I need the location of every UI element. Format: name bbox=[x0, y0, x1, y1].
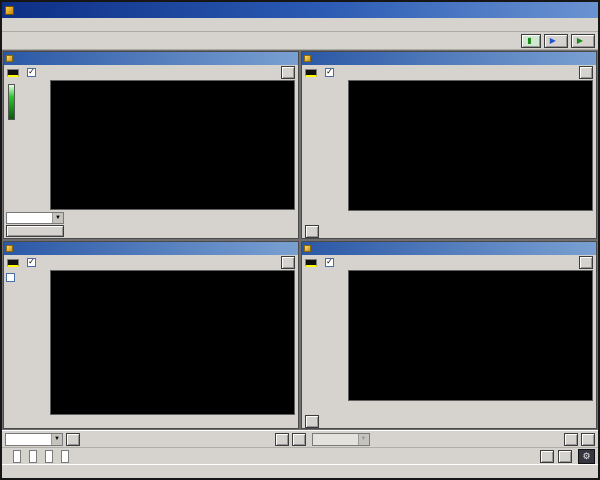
trace-swatch-icon bbox=[305, 259, 317, 267]
preset-button[interactable]: ▮ bbox=[521, 34, 540, 48]
amplitude-titlebar[interactable] bbox=[302, 52, 596, 65]
spectrum-trace-row bbox=[4, 255, 298, 270]
run-button[interactable]: ▶ bbox=[571, 34, 595, 48]
clear-button[interactable] bbox=[579, 256, 593, 269]
spectrum-plot-area bbox=[50, 270, 295, 415]
ref-level-field[interactable] bbox=[29, 450, 37, 463]
dpx-trace-row bbox=[4, 65, 298, 80]
span-field[interactable] bbox=[45, 450, 53, 463]
trace-swatch-icon bbox=[7, 259, 19, 267]
show-checkbox[interactable] bbox=[325, 68, 334, 77]
res-bw-field[interactable] bbox=[61, 450, 69, 463]
markers-toolbar: ▼ ▼ bbox=[2, 430, 598, 447]
vbw-checkbox[interactable] bbox=[6, 273, 15, 282]
define-button[interactable] bbox=[581, 433, 595, 446]
show-checkbox[interactable] bbox=[27, 68, 36, 77]
status-bar bbox=[2, 464, 598, 478]
panel-frequency-vs-time bbox=[301, 241, 597, 429]
markers-panel-button[interactable] bbox=[540, 450, 554, 463]
panel-icon bbox=[6, 245, 13, 252]
clear-button[interactable] bbox=[281, 66, 295, 79]
amplitude-axis-gutter bbox=[302, 80, 348, 212]
chevron-down-icon: ▼ bbox=[51, 434, 62, 445]
peak-button[interactable] bbox=[292, 433, 306, 446]
panel-icon bbox=[304, 55, 311, 62]
amplitude-plot-area bbox=[348, 80, 593, 211]
panel-spectrum bbox=[3, 241, 299, 429]
run-icon: ▶ bbox=[577, 36, 583, 45]
show-checkbox[interactable] bbox=[27, 258, 36, 267]
panel-icon bbox=[6, 55, 13, 62]
traces-panel-button[interactable] bbox=[558, 450, 572, 463]
clear-button[interactable] bbox=[281, 256, 295, 269]
preset-icon: ▮ bbox=[527, 36, 531, 45]
frequency-field[interactable] bbox=[13, 450, 21, 463]
autoscale-button[interactable] bbox=[305, 225, 319, 238]
show-checkbox[interactable] bbox=[325, 258, 334, 267]
frequency-trace-row bbox=[302, 255, 596, 270]
spectrum-axis-gutter bbox=[4, 270, 50, 416]
dpx-axis-gutter bbox=[4, 80, 50, 211]
panel-icon bbox=[304, 245, 311, 252]
window-titlebar[interactable] bbox=[2, 2, 598, 18]
toolbar: ▮ ▶ ▶ bbox=[2, 32, 598, 50]
clear-button[interactable] bbox=[579, 66, 593, 79]
app-window: ▮ ▶ ▶ bbox=[0, 0, 600, 480]
dpx-plot-area bbox=[50, 80, 295, 210]
time-select[interactable]: ▼ bbox=[312, 433, 370, 446]
dpx-bottom-bar: ▼ bbox=[4, 211, 298, 238]
frequency-axis-gutter bbox=[302, 270, 348, 402]
settings-gear-button[interactable]: ⚙ bbox=[578, 449, 595, 464]
panel-amplitude-vs-time bbox=[301, 51, 597, 239]
spectrum-titlebar[interactable] bbox=[4, 242, 298, 255]
to-center-button[interactable] bbox=[275, 433, 289, 446]
dpx-titlebar[interactable] bbox=[4, 52, 298, 65]
spectrum-axis-row bbox=[4, 416, 298, 428]
replay-button[interactable]: ▶ bbox=[544, 34, 568, 48]
frequency-plot-area bbox=[348, 270, 593, 401]
amplitude-trace-row bbox=[302, 65, 596, 80]
panel-dpx-spectrum: ▼ bbox=[3, 51, 299, 239]
dpx-color-scale bbox=[8, 84, 15, 120]
menu-bar bbox=[2, 18, 598, 32]
autoscale-button[interactable] bbox=[305, 415, 319, 428]
all-off-button[interactable] bbox=[66, 433, 80, 446]
autoscale-button[interactable] bbox=[6, 225, 64, 237]
display-select[interactable]: ▼ bbox=[6, 212, 64, 224]
frequency-readouts bbox=[302, 402, 596, 428]
markers-select[interactable]: ▼ bbox=[5, 433, 63, 446]
frequency-titlebar[interactable] bbox=[302, 242, 596, 255]
amplitude-readouts bbox=[302, 212, 596, 238]
spectrum-plot[interactable] bbox=[51, 271, 294, 414]
frequency-vs-time-plot[interactable] bbox=[349, 271, 592, 400]
dpx-spectrum-plot[interactable] bbox=[51, 81, 294, 209]
display-area: ▼ bbox=[2, 50, 598, 430]
amplitude-vs-time-plot[interactable] bbox=[349, 81, 592, 210]
chevron-down-icon: ▼ bbox=[52, 213, 63, 223]
trace-swatch-icon bbox=[7, 69, 19, 77]
table-button[interactable] bbox=[564, 433, 578, 446]
settings-bar: ⚙ bbox=[2, 447, 598, 464]
trace-swatch-icon bbox=[305, 69, 317, 77]
replay-icon: ▶ bbox=[550, 36, 556, 45]
chevron-down-icon: ▼ bbox=[358, 434, 369, 445]
app-icon bbox=[5, 6, 14, 15]
